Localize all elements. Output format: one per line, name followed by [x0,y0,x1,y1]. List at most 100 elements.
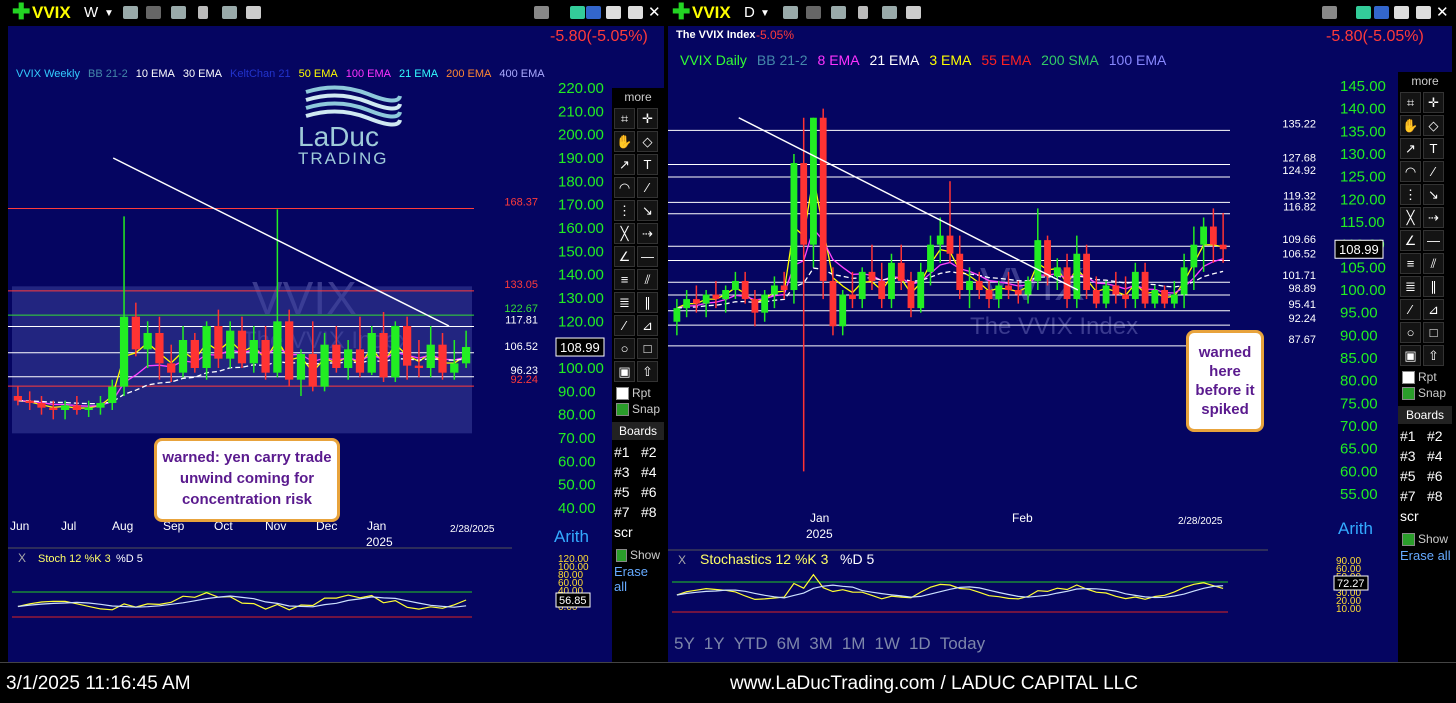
snap-toggle[interactable]: Snap [616,402,660,416]
drawing-tool-15[interactable]: ⫽ [1423,253,1444,274]
drawing-tool-0[interactable]: ⌗ [614,108,635,129]
stoch-d-label[interactable]: %D 5 [116,553,143,565]
board-button-7[interactable]: #7 [614,504,639,520]
erase-all-button[interactable]: Erase all [614,564,664,594]
drawing-tool-19[interactable]: ⊿ [637,315,658,336]
drawing-tool-17[interactable]: ∥ [1423,276,1444,297]
board-button-3[interactable]: #3 [614,464,639,480]
drawing-tool-6[interactable]: ◠ [614,177,635,198]
show-checkbox[interactable] [1402,532,1415,546]
drawing-tool-1[interactable]: ✛ [1423,92,1444,113]
daily-chart[interactable]: VVIXThe VVIX Index135.22127.68124.92119.… [668,0,1452,662]
drawing-tool-21[interactable]: □ [637,338,658,359]
drawing-tool-3[interactable]: ◇ [1423,115,1444,136]
scale-mode-label[interactable]: Arith [1338,519,1373,538]
board-button-4[interactable]: #4 [641,464,664,480]
board-button-5[interactable]: #5 [1400,468,1425,484]
board-button-1[interactable]: #1 [1400,428,1425,444]
range-button-ytd[interactable]: YTD [734,634,768,654]
board-button-3[interactable]: #3 [1400,448,1425,464]
drawing-tool-15[interactable]: ⫽ [637,269,658,290]
drawing-tool-7[interactable]: ∕ [1423,161,1444,182]
drawing-tool-23[interactable]: ⇧ [637,361,658,382]
range-button-5y[interactable]: 5Y [674,634,695,654]
drawing-tool-4[interactable]: ↗ [614,154,635,175]
repeat-toggle[interactable]: Rpt [616,386,660,400]
drawing-tool-0[interactable]: ⌗ [1400,92,1421,113]
drawing-tool-22[interactable]: ▣ [614,361,635,382]
drawing-tool-6[interactable]: ◠ [1400,161,1421,182]
range-button-1y[interactable]: 1Y [704,634,725,654]
drawing-tool-21[interactable]: □ [1423,322,1444,343]
drawing-tool-18[interactable]: ⁄ [1400,299,1421,320]
drawing-tool-10[interactable]: ╳ [614,223,635,244]
drawing-tool-7[interactable]: ∕ [637,177,658,198]
drawing-tool-10[interactable]: ╳ [1400,207,1421,228]
snap-toggle[interactable]: Snap [1402,386,1448,400]
close-pane-icon[interactable]: X [18,551,26,565]
weekly-chart[interactable]: VVIXThe VVIX Index168.37133.05122.67117.… [8,0,664,662]
drawing-tool-13[interactable]: — [1423,230,1444,251]
scr-button[interactable]: scr [1400,508,1452,524]
drawing-tool-14[interactable]: ≡ [1400,253,1421,274]
close-pane-icon[interactable]: X [678,553,686,567]
stoch-label[interactable]: Stoch 12 %K 3 [38,553,111,565]
board-button-8[interactable]: #8 [641,504,664,520]
snap-checkbox[interactable] [616,402,629,416]
scr-button[interactable]: scr [614,524,664,540]
drawing-tool-17[interactable]: ∥ [637,292,658,313]
board-button-5[interactable]: #5 [614,484,639,500]
range-button-1w[interactable]: 1W [874,634,900,654]
drawing-tool-9[interactable]: ↘ [1423,184,1444,205]
repeat-checkbox[interactable] [1402,370,1415,384]
show-toggle[interactable]: Show [1402,532,1448,546]
drawing-tool-9[interactable]: ↘ [637,200,658,221]
drawing-tool-23[interactable]: ⇧ [1423,345,1444,366]
drawing-tool-8[interactable]: ⋮ [614,200,635,221]
drawing-tool-4[interactable]: ↗ [1400,138,1421,159]
board-button-2[interactable]: #2 [641,444,664,460]
repeat-toggle[interactable]: Rpt [1402,370,1448,384]
range-button-1d[interactable]: 1D [909,634,931,654]
repeat-checkbox[interactable] [616,386,629,400]
drawing-tool-8[interactable]: ⋮ [1400,184,1421,205]
drawing-tool-20[interactable]: ○ [614,338,635,359]
range-button-1m[interactable]: 1M [842,634,866,654]
range-button-today[interactable]: Today [940,634,985,654]
board-button-6[interactable]: #6 [1427,468,1452,484]
board-button-1[interactable]: #1 [614,444,639,460]
drawing-tool-13[interactable]: — [637,246,658,267]
range-button-3m[interactable]: 3M [809,634,833,654]
more-button[interactable]: more [612,88,664,106]
show-checkbox[interactable] [616,548,627,562]
range-button-6m[interactable]: 6M [777,634,801,654]
erase-all-button[interactable]: Erase all [1400,548,1452,563]
board-button-8[interactable]: #8 [1427,488,1452,504]
drawing-tool-1[interactable]: ✛ [637,108,658,129]
board-button-6[interactable]: #6 [641,484,664,500]
board-button-4[interactable]: #4 [1427,448,1452,464]
stoch-d-label[interactable]: %D 5 [840,551,874,567]
drawing-tool-5[interactable]: T [1423,138,1444,159]
drawing-tool-11[interactable]: ⇢ [1423,207,1444,228]
scale-mode-label[interactable]: Arith [554,527,589,546]
drawing-tool-22[interactable]: ▣ [1400,345,1421,366]
drawing-tool-20[interactable]: ○ [1400,322,1421,343]
drawing-tool-14[interactable]: ≡ [614,269,635,290]
drawing-tool-16[interactable]: ≣ [1400,276,1421,297]
drawing-tool-12[interactable]: ∠ [1400,230,1421,251]
trendline[interactable] [738,117,1079,291]
drawing-tool-16[interactable]: ≣ [614,292,635,313]
drawing-tool-11[interactable]: ⇢ [637,223,658,244]
drawing-tool-5[interactable]: T [637,154,658,175]
stoch-label[interactable]: Stochastics 12 %K 3 [700,551,829,567]
snap-checkbox[interactable] [1402,386,1415,400]
drawing-tool-2[interactable]: ✋ [614,131,635,152]
show-toggle[interactable]: Show [616,548,660,562]
more-button[interactable]: more [1398,72,1452,90]
board-button-2[interactable]: #2 [1427,428,1452,444]
drawing-tool-12[interactable]: ∠ [614,246,635,267]
drawing-tool-19[interactable]: ⊿ [1423,299,1444,320]
drawing-tool-2[interactable]: ✋ [1400,115,1421,136]
drawing-tool-3[interactable]: ◇ [637,131,658,152]
